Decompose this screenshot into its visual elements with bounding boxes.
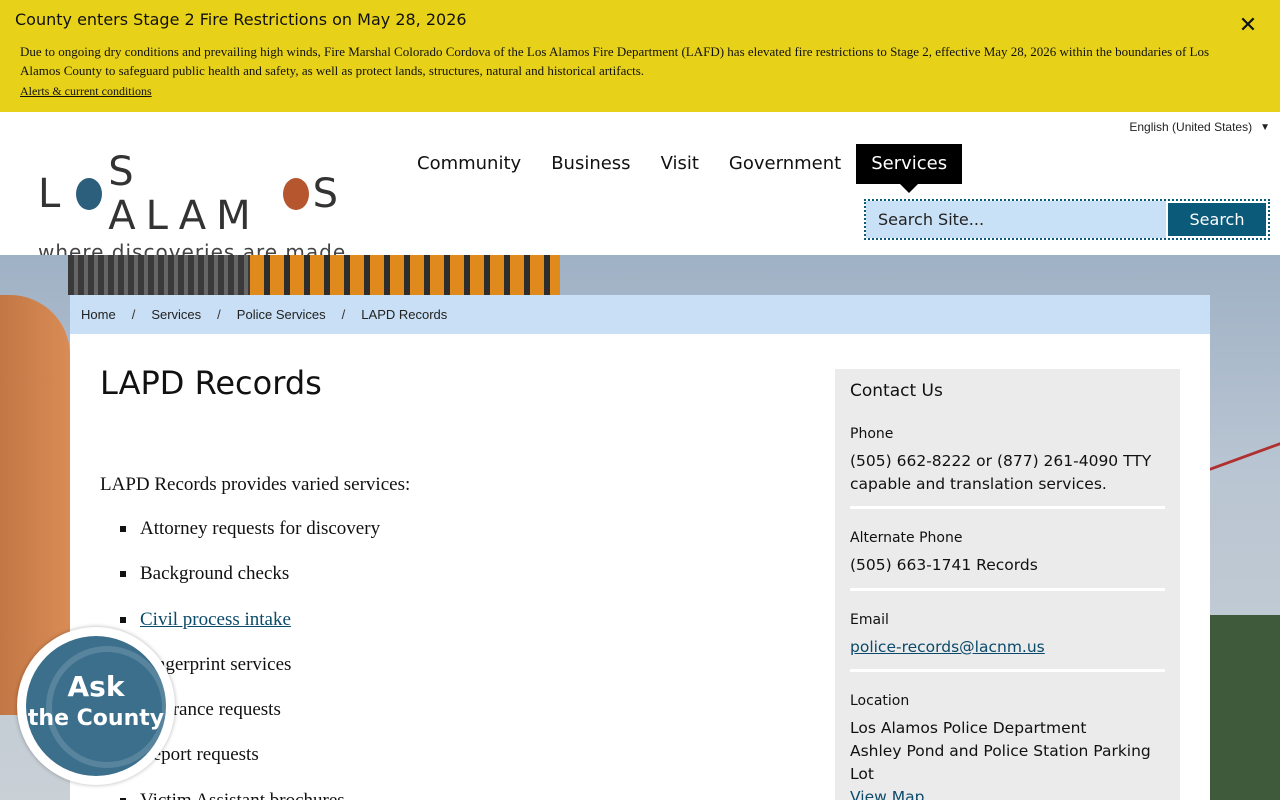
location-line1: Los Alamos Police Department <box>850 719 1087 737</box>
breadcrumb-separator: / <box>131 307 136 322</box>
location-line2: Ashley Pond and Police Station Parking L… <box>850 742 1151 783</box>
logo-text-left: L <box>38 171 71 217</box>
nav-services[interactable]: Services <box>856 144 963 193</box>
phone-value: (505) 662-8222 or (877) 261-4090 TTY cap… <box>850 452 1152 493</box>
ask-the-county-button[interactable]: Ask the County <box>17 627 175 785</box>
contact-alt-phone: Alternate Phone (505) 663-1741 Records <box>850 530 1165 577</box>
list-item: Victim Assistant brochures <box>120 789 380 800</box>
list-item: Background checks <box>120 562 380 607</box>
playground-panel <box>250 255 560 295</box>
alert-title: County enters Stage 2 Fire Restrictions … <box>15 10 467 29</box>
contact-title: Contact Us <box>850 381 943 401</box>
language-label: English (United States) <box>1129 120 1253 134</box>
breadcrumb-police-services[interactable]: Police Services <box>237 307 326 322</box>
breadcrumb-current: LAPD Records <box>361 307 448 322</box>
playground-rope <box>1210 442 1280 528</box>
search-input[interactable] <box>866 201 1166 238</box>
site-logo[interactable]: L S ALAM S where discoveries are made <box>38 150 348 264</box>
breadcrumb-home[interactable]: Home <box>81 307 116 322</box>
service-label: Attorney requests for discovery <box>140 518 381 539</box>
ask-widget-text: Ask the County <box>26 670 166 734</box>
bullet <box>120 616 126 623</box>
ask-widget-circle: Ask the County <box>26 636 166 776</box>
email-label: Email <box>850 612 889 628</box>
ask-line2: the County <box>27 706 165 731</box>
main-nav: Community Business Visit Government Serv… <box>402 144 963 193</box>
civil-process-link[interactable]: Civil process intake <box>140 608 291 632</box>
service-label: Victim Assistant brochures <box>140 789 345 800</box>
logo-text-right: S <box>312 171 348 217</box>
intro-text: LAPD Records provides varied services: <box>100 474 411 495</box>
bullet <box>120 526 126 532</box>
main-content: LAPD Records LAPD Records provides varie… <box>70 334 1210 800</box>
breadcrumb: Home / Services / Police Services / LAPD… <box>70 295 1210 334</box>
list-item: Civil process intake <box>120 608 380 653</box>
email-value: police-records@lacnm.us <box>850 636 1165 659</box>
nav-community[interactable]: Community <box>402 144 536 184</box>
phone-label: Phone <box>850 426 894 442</box>
alert-body: Due to ongoing dry conditions and prevai… <box>20 44 1210 78</box>
location-label: Location <box>850 693 910 709</box>
nav-business[interactable]: Business <box>536 144 645 184</box>
breadcrumb-services[interactable]: Services <box>151 307 201 322</box>
nav-government[interactable]: Government <box>714 144 856 184</box>
search-button[interactable]: Search <box>1168 203 1266 236</box>
map-link-wrap: View Map <box>850 786 1165 800</box>
nav-visit[interactable]: Visit <box>646 144 714 184</box>
breadcrumb-separator: / <box>217 307 221 322</box>
logo-wordmark: L S ALAM S <box>38 150 348 238</box>
alt-phone-label: Alternate Phone <box>850 530 963 546</box>
divider <box>850 506 1165 509</box>
list-item: Attorney requests for discovery <box>120 517 380 562</box>
alert-banner: County enters Stage 2 Fire Restrictions … <box>0 0 1280 112</box>
chevron-down-icon: ▼ <box>1260 121 1270 133</box>
contact-phone: Phone (505) 662-8222 or (877) 261-4090 T… <box>850 426 1165 496</box>
service-label: Background checks <box>140 563 290 585</box>
alerts-conditions-link[interactable]: Alerts & current conditions <box>20 84 152 99</box>
email-link[interactable]: police-records@lacnm.us <box>850 638 1045 656</box>
page-title: LAPD Records <box>100 364 322 402</box>
language-selector[interactable]: English (United States) ▼ <box>1129 120 1270 134</box>
leaf-icon <box>282 178 309 210</box>
logo-text-mid: S ALAM <box>108 149 261 239</box>
divider <box>850 588 1165 591</box>
site-header: English (United States) ▼ L S ALAM S whe… <box>0 112 1280 264</box>
close-icon[interactable]: ✕ <box>1236 14 1260 38</box>
contact-location: Location Los Alamos Police Department As… <box>850 693 1165 800</box>
contact-email: Email police-records@lacnm.us <box>850 612 1165 659</box>
view-map-link[interactable]: View Map <box>850 788 924 800</box>
contact-sidebar: Contact Us Phone (505) 662-8222 or (877)… <box>835 369 1180 800</box>
alt-phone-value: (505) 663-1741 Records <box>850 556 1038 574</box>
bullet <box>120 571 126 578</box>
tree <box>1210 615 1280 800</box>
globe-icon <box>76 178 103 210</box>
breadcrumb-separator: / <box>341 307 346 322</box>
divider <box>850 669 1165 672</box>
site-search: Search <box>864 199 1270 240</box>
ask-line1: Ask <box>67 670 125 703</box>
